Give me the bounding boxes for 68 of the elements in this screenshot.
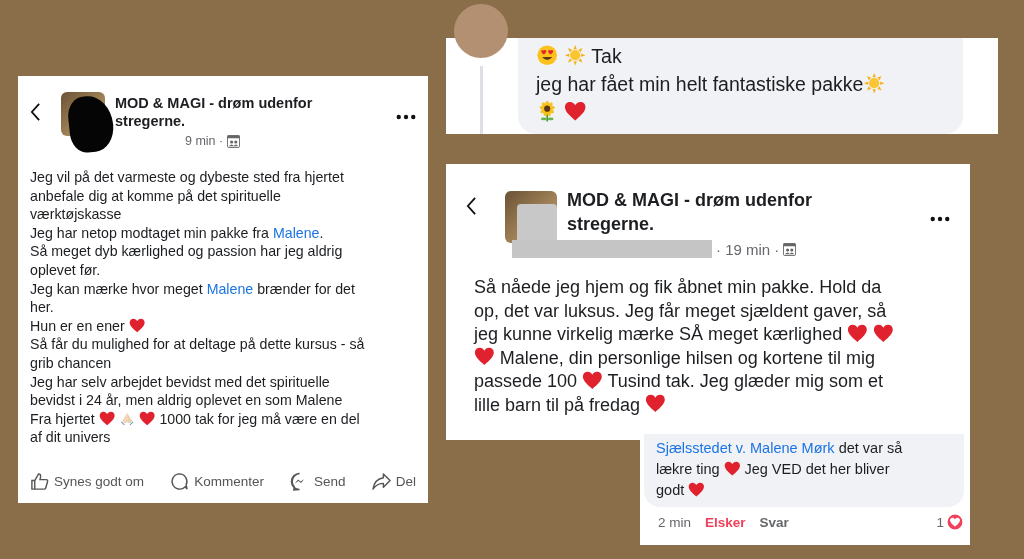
more-options-icon[interactable] bbox=[930, 216, 950, 222]
post-text: brænder for det bbox=[257, 280, 355, 297]
heart-icon bbox=[847, 323, 868, 343]
post-text: lækre ting bbox=[656, 461, 720, 477]
post-text: Jeg VED det her bliver bbox=[744, 461, 890, 477]
post-text: grib chancen bbox=[30, 354, 112, 371]
post-text: Malene, din personlige hilsen og kortene til mig bbox=[499, 347, 875, 368]
heart-eyes-face-icon bbox=[536, 45, 559, 66]
post-text: Jeg har selv arbejdet bevidst med det spirituelle bbox=[30, 373, 330, 390]
comment-button[interactable]: Kommenter bbox=[170, 472, 264, 491]
post-text: oplevet før. bbox=[30, 261, 101, 278]
post-text: passede 100 bbox=[474, 371, 578, 391]
post-text: godt bbox=[656, 482, 685, 498]
post-text: anbefale dig at komme på det spirituelle bbox=[30, 187, 281, 204]
post-text: af dit univers bbox=[30, 429, 111, 446]
post-text: Så nåede jeg hjem og fik åbnet min pakke. Hold da bbox=[474, 277, 882, 297]
heart-icon bbox=[563, 101, 587, 122]
heart-icon bbox=[474, 347, 495, 367]
page-name[interactable]: MOD & MAGI - drøm udenfor stregerne. bbox=[567, 188, 867, 236]
more-options-icon[interactable] bbox=[396, 114, 416, 120]
post-text: værktøjskasse bbox=[30, 206, 122, 223]
heart-icon bbox=[872, 323, 894, 343]
like-button[interactable]: Synes godt om bbox=[30, 472, 145, 491]
audience-icon bbox=[783, 242, 797, 256]
praying-hands-icon bbox=[118, 410, 136, 426]
post-text: Hun er en ener bbox=[30, 317, 125, 334]
post-text: Så får du mulighed for at deltage på dette kursus - så bbox=[30, 336, 365, 353]
thumbs-up-icon bbox=[30, 472, 49, 491]
post-text: det var så bbox=[838, 440, 903, 456]
post-text: 1000 tak for jeg må være en del bbox=[159, 410, 360, 427]
post-text: bevidst i 24 år, men aldrig oplevet en som Malene bbox=[30, 392, 343, 409]
avatar-placeholder bbox=[454, 4, 508, 58]
comment-author-link[interactable]: Sjælsstedet v. Malene Mørk bbox=[656, 440, 835, 456]
share-button[interactable]: Del bbox=[371, 472, 416, 491]
post-text: Jeg kan mærke hvor meget bbox=[30, 280, 203, 297]
post-text: Jeg har netop modtaget min pakke fra bbox=[30, 224, 269, 241]
post-text: her. bbox=[30, 299, 54, 316]
post-text: lille barn til på fredag bbox=[474, 394, 641, 415]
post-text: jeg kunne virkelig mærke SÅ meget kærlighed bbox=[474, 324, 843, 344]
comment-time: 2 min bbox=[658, 514, 691, 530]
heart-reaction-icon bbox=[946, 513, 964, 531]
send-button[interactable]: Send bbox=[290, 472, 346, 491]
sun-icon bbox=[563, 45, 587, 66]
speech-bubble-icon bbox=[170, 472, 190, 491]
reaction-count: 1 bbox=[936, 514, 944, 530]
post-text: Jeg vil på det varmeste og dybeste sted fra hjertet bbox=[30, 169, 344, 185]
post-text: Fra hjertet bbox=[30, 410, 95, 427]
reply-button[interactable]: Svar bbox=[759, 514, 789, 530]
heart-icon bbox=[139, 410, 156, 426]
heart-icon bbox=[582, 370, 603, 390]
heart-icon bbox=[688, 481, 705, 498]
post-text: jeg har fået min helt fantastiske pakke bbox=[536, 73, 864, 95]
heart-icon bbox=[645, 394, 666, 414]
post-time: 9 min · bbox=[185, 134, 224, 148]
post-text: Tak bbox=[591, 45, 622, 67]
heart-icon bbox=[723, 460, 741, 477]
post-text: Tusind tak. Jeg glæder mig som et bbox=[607, 371, 883, 391]
share-arrow-icon bbox=[371, 472, 391, 491]
love-reaction-button[interactable]: Elsker bbox=[705, 514, 746, 530]
mention-link[interactable]: Malene bbox=[206, 280, 254, 297]
post-text: Så meget dyb kærlighed og passion har jeg aldrig bbox=[30, 243, 343, 260]
heart-icon bbox=[98, 410, 115, 426]
heart-icon bbox=[128, 317, 145, 333]
audience-icon bbox=[227, 134, 241, 148]
page-name[interactable]: MOD & MAGI - drøm udenfor stregerne. bbox=[115, 94, 335, 130]
post-text: op, det var luksus. Jeg får meget sjældent gaver, så bbox=[474, 300, 887, 321]
post-time: · 19 min · bbox=[716, 240, 780, 258]
post-text: . bbox=[319, 224, 324, 241]
